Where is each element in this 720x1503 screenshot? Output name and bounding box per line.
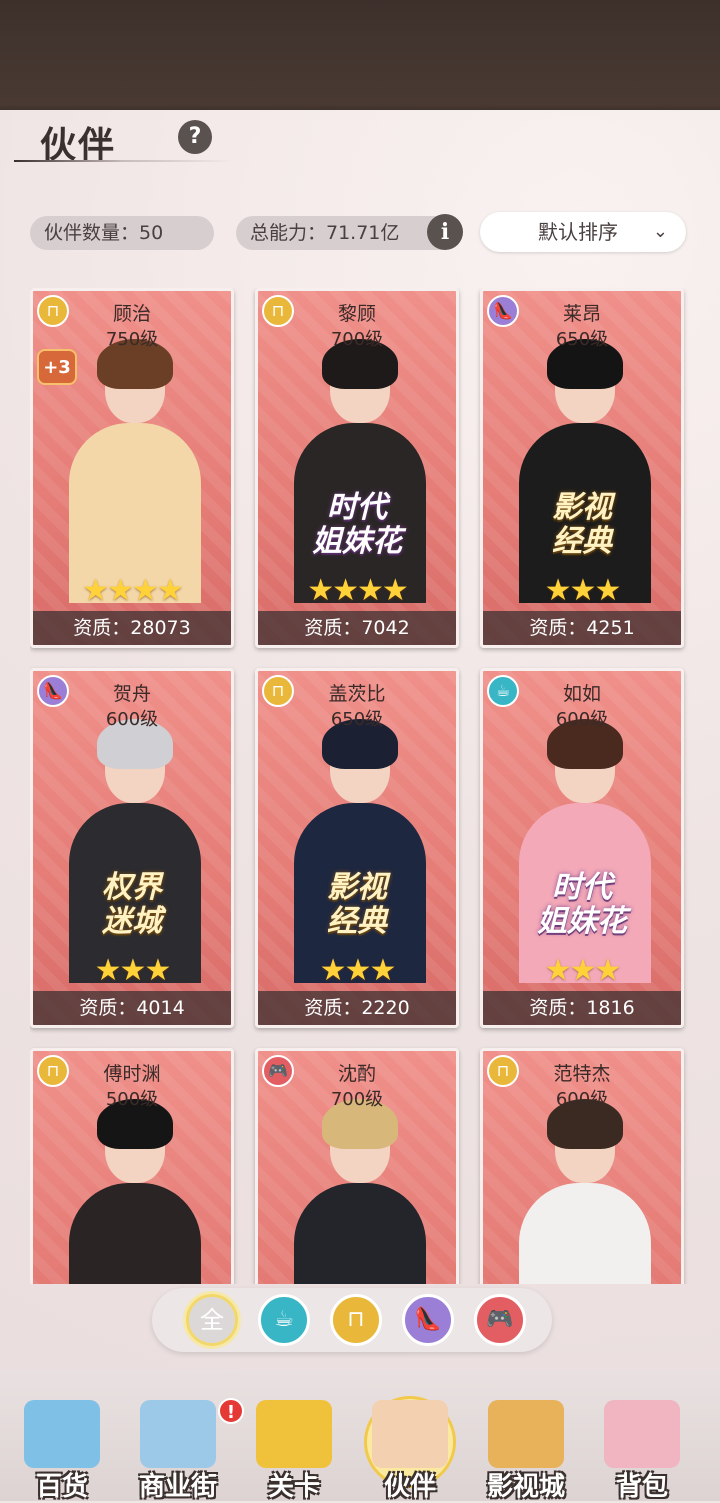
filter-all-icon[interactable]: 全 [186,1294,238,1346]
film-camera-icon [488,1400,564,1468]
partner-level: 750级 [105,329,159,350]
partner-name: 盖茨比 [328,683,386,705]
partner-card[interactable]: ⊓ 傅时渊 500级 [30,1048,234,1284]
upgrade-badge: +3 [37,349,77,385]
series-tag: 权界 迷城 [102,870,162,939]
sort-dropdown[interactable]: 默认排序 ⌄ [480,212,686,252]
aptitude-value: 资质：28073 [33,611,231,645]
partner-name: 傅时渊 [103,1063,161,1085]
partner-portrait [288,339,432,603]
bottom-nav: 百货 商业街 关卡 伙伴 影视城 背包 [0,1370,720,1502]
aptitude-value: 资质：1816 [483,991,681,1025]
partner-name: 莱昂 [562,303,601,325]
partner-card[interactable]: ☕ 如如 600级 时代 姐妹花 ★★★ 资质：1816 [480,668,684,1028]
nav-item-department-store[interactable]: 百货 [12,1380,112,1502]
chevron-down-icon: ⌄ [652,221,668,242]
handbag-icon [604,1400,680,1468]
partner-name: 顾治 [112,303,151,325]
alert-badge: ! [218,1398,244,1424]
partner-level: 600级 [555,709,609,730]
star-rating: ★★★ [319,953,397,988]
partner-card[interactable]: ⊓ +3 顾治 750级 ★★★★ 资质：28073 [30,288,234,648]
nav-label: 百货 [35,1472,88,1502]
commercial-street-icon [140,1400,216,1468]
partner-portrait [513,1099,657,1284]
partner-portrait [63,719,207,983]
nav-item-commercial-street[interactable]: 商业街 [128,1380,228,1502]
help-button[interactable]: ? [178,120,212,154]
star-rating: ★★★ [544,953,622,988]
partner-portrait [513,719,657,983]
partner-portrait [63,339,207,603]
nav-label: 商业街 [138,1472,217,1502]
partner-level: 700级 [330,329,384,350]
partner-portrait [288,719,432,983]
series-tag: 影视 经典 [327,870,387,939]
title-underline [14,160,234,162]
partner-grid[interactable]: ⊓ +3 顾治 750级 ★★★★ 资质：28073 ⊓ 黎顾 700级 时代 姐妹花 ★★★★ 资质… [30,288,690,1284]
aptitude-value: 资质：4251 [483,611,681,645]
partner-card[interactable]: ⊓ 黎顾 700级 时代 姐妹花 ★★★★ 资质：7042 [255,288,459,648]
partner-level: 650级 [555,329,609,350]
partner-card[interactable]: 🎮 沈酌 700级 [255,1048,459,1284]
partner-card[interactable]: ⊓ 盖茨比 650级 影视 经典 ★★★ 资质：2220 [255,668,459,1028]
partner-icon [372,1400,448,1468]
nav-label: 伙伴 [383,1472,436,1502]
nav-label: 关卡 [267,1472,320,1502]
partner-level: 600级 [105,709,159,730]
top-banner [0,0,720,110]
nav-item-delivery-truck[interactable]: 关卡 [244,1380,344,1502]
aptitude-value: 资质：7042 [258,611,456,645]
filter-coffee-cup-icon[interactable]: ☕ [258,1294,310,1346]
nav-label: 背包 [615,1472,668,1502]
filter-bar: 全 ☕ ⊓ 👠 🎮 [152,1288,552,1352]
partner-name: 黎顾 [337,303,376,325]
nav-label: 影视城 [486,1472,565,1502]
aptitude-value: 资质：2220 [258,991,456,1025]
star-rating: ★★★★ [307,573,409,608]
partner-count: 伙伴数量：50 [30,216,214,250]
partner-name: 范特杰 [553,1063,611,1085]
star-rating: ★★★ [544,573,622,608]
filter-gamepad-icon[interactable]: 🎮 [474,1294,526,1346]
partner-level: 700级 [330,1089,384,1110]
nav-item-film-camera[interactable]: 影视城 [476,1380,576,1502]
partner-portrait [288,1099,432,1284]
partner-card[interactable]: 👠 莱昂 650级 影视 经典 ★★★ 资质：4251 [480,288,684,648]
partner-name: 如如 [562,683,601,705]
star-rating: ★★★ [94,953,172,988]
info-icon[interactable]: i [427,214,463,250]
partner-card[interactable]: 👠 贺舟 600级 权界 迷城 ★★★ 资质：4014 [30,668,234,1028]
partner-card[interactable]: ⊓ 范特杰 600级 [480,1048,684,1284]
star-rating: ★★★★ [82,573,184,608]
partner-level: 600级 [555,1089,609,1110]
series-tag: 时代 姐妹花 [537,870,627,939]
sort-label: 默认排序 [538,220,618,244]
partner-name: 贺舟 [112,683,151,705]
nav-item-partner[interactable]: 伙伴 [360,1380,460,1502]
partner-name: 沈酌 [337,1063,376,1085]
partner-level: 650级 [330,709,384,730]
partner-portrait [63,1099,207,1284]
partner-level: 500级 [105,1089,159,1110]
aptitude-value: 资质：4014 [33,991,231,1025]
delivery-truck-icon [256,1400,332,1468]
department-store-icon [24,1400,100,1468]
nav-item-handbag[interactable]: 背包 [592,1380,692,1502]
filter-high-heel-icon[interactable]: 👠 [402,1294,454,1346]
series-tag: 时代 姐妹花 [312,490,402,559]
filter-shopping-bag-icon[interactable]: ⊓ [330,1294,382,1346]
partner-portrait [513,339,657,603]
series-tag: 影视 经典 [552,490,612,559]
